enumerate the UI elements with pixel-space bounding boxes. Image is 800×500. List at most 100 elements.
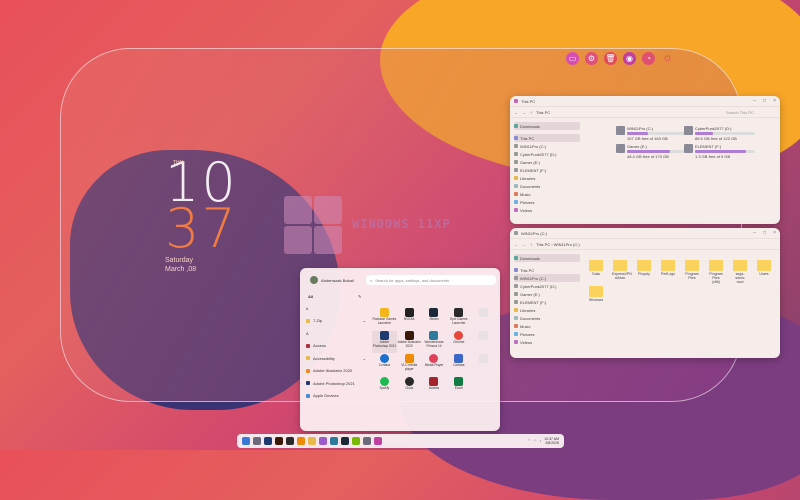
app-tile[interactable]: Media Player <box>422 354 447 376</box>
vlc-icon[interactable] <box>297 437 305 445</box>
list-letter[interactable]: # <box>306 302 366 315</box>
list-letter[interactable]: A <box>306 327 366 340</box>
explorer-icon[interactable] <box>253 437 261 445</box>
app-tile[interactable] <box>471 354 496 376</box>
chevron-up-icon[interactable]: ⌃ <box>527 439 530 443</box>
nav-item[interactable]: WIN11Pro (C:) <box>514 142 580 150</box>
app-tile[interactable]: Rockstar Games Launcher <box>372 308 397 330</box>
back-icon[interactable]: ← <box>514 110 518 115</box>
folder-item[interactable]: Data <box>588 260 604 276</box>
folder-item[interactable]: Windows <box>588 286 604 302</box>
close-icon[interactable]: × <box>773 98 776 104</box>
app-tile[interactable]: Spotify <box>372 377 397 399</box>
address-bar[interactable]: ← → ↑ This PC Search This PC <box>510 107 780 118</box>
nav-item[interactable]: Libraries <box>514 306 580 314</box>
trash-icon[interactable]: 🗑 <box>604 52 617 65</box>
app-tile[interactable]: Adobe Photoshop 2021 <box>372 331 397 353</box>
app-tile[interactable]: Excel <box>446 377 471 399</box>
drive-f[interactable]: ELEMENT (F:) 1.3 GB free of 9 GB <box>684 144 755 159</box>
nav-item[interactable]: Videos <box>514 338 580 346</box>
window-titlebar[interactable]: WIN11Pro (C:) – □ × <box>510 228 780 239</box>
app-tile[interactable]: Wondershare Filmora 14 <box>422 331 447 353</box>
nav-item[interactable]: Pictures <box>514 198 580 206</box>
browser-icon[interactable]: ◔ <box>642 52 655 65</box>
forward-icon[interactable]: → <box>522 242 526 247</box>
list-item[interactable]: 7-Zip ⌄ <box>306 315 366 328</box>
steam-icon[interactable] <box>341 437 349 445</box>
app-icon[interactable] <box>319 437 327 445</box>
app-tile[interactable] <box>471 308 496 330</box>
illustrator-icon[interactable] <box>275 437 283 445</box>
back-icon[interactable]: ← <box>514 242 518 247</box>
app-tile[interactable]: Access <box>422 377 447 399</box>
folder-item[interactable]: Users <box>756 260 772 276</box>
forward-icon[interactable]: → <box>522 110 526 115</box>
minimize-icon[interactable]: – <box>753 98 756 104</box>
folder-item[interactable]: Program Files (x86) <box>708 260 724 284</box>
nav-item[interactable]: Downloads <box>514 122 580 130</box>
start-button-icon[interactable] <box>242 437 250 445</box>
tray-clock[interactable]: 10:37 AM 3/8/2025 <box>544 437 559 445</box>
epic-games-icon[interactable] <box>286 437 294 445</box>
nav-item[interactable]: Documents <box>514 182 580 190</box>
explorer-window-this-pc[interactable]: This PC – □ × ← → ↑ This PC Search This PC D… <box>510 96 780 224</box>
app-tile[interactable]: Steam <box>422 308 447 330</box>
nav-item[interactable]: Pictures <box>514 330 580 338</box>
user-profile[interactable]: Abderrazak Bokati <box>310 276 354 284</box>
wifi-icon[interactable]: ◠ <box>533 439 536 443</box>
app-icon[interactable] <box>374 437 382 445</box>
app-tile[interactable]: Cortana <box>446 354 471 376</box>
nav-item[interactable]: Downloads <box>514 254 580 262</box>
start-search-input[interactable]: ⌕ Search for apps, settings, and document… <box>366 275 496 285</box>
close-icon[interactable]: × <box>773 230 776 236</box>
power-icon[interactable]: ⏻ <box>661 52 674 65</box>
nav-item[interactable]: ELEMENT (F:) <box>514 298 580 306</box>
folder-icon[interactable] <box>308 437 316 445</box>
list-item[interactable]: Apple Devices <box>306 390 366 403</box>
nav-item[interactable]: Music <box>514 322 580 330</box>
nvidia-icon[interactable] <box>352 437 360 445</box>
up-icon[interactable]: ↑ <box>530 242 532 247</box>
minimize-icon[interactable]: – <box>753 230 756 236</box>
maximize-icon[interactable]: □ <box>763 98 766 104</box>
drive-c[interactable]: WIN11Pro (C:) 107 GB free of 163 GB <box>616 126 687 141</box>
up-icon[interactable]: ↑ <box>530 110 532 115</box>
monitor-icon[interactable]: ▭ <box>566 52 579 65</box>
nav-item[interactable]: Documents <box>514 314 580 322</box>
volume-icon[interactable]: ♪ <box>539 439 541 443</box>
nav-item[interactable]: CyberPunk2077 (D:) <box>514 282 580 290</box>
nav-item[interactable]: This PC <box>514 266 580 274</box>
drive-d[interactable]: CyberPunk2077 (D:) 85.5 GB free of 122 GB <box>684 126 755 141</box>
nav-item[interactable]: Videos <box>514 206 580 214</box>
folder-item[interactable]: PerfLogs <box>660 260 676 276</box>
search-field[interactable]: Search This PC <box>726 110 776 115</box>
app-tile[interactable]: VLC media player <box>397 354 422 376</box>
filmora-icon[interactable] <box>330 437 338 445</box>
app-tile[interactable]: Chrome <box>446 331 471 353</box>
app-tile[interactable]: NVIDIA <box>397 308 422 330</box>
window-titlebar[interactable]: This PC – □ × <box>510 96 780 107</box>
pen-icon[interactable]: ✎ <box>358 294 361 299</box>
media-icon[interactable]: ◉ <box>623 52 636 65</box>
list-item[interactable]: Access <box>306 340 366 353</box>
address-bar[interactable]: ← → ↑ This PC › WIN11Pro (C:) <box>510 239 780 250</box>
explorer-window-c-drive[interactable]: WIN11Pro (C:) – □ × ← → ↑ This PC › WIN11Pro… <box>510 228 780 358</box>
nav-item[interactable]: WIN11Pro (C:) <box>514 274 580 282</box>
folder-item[interactable]: Phcpdy <box>636 260 652 276</box>
nav-item[interactable]: CyberPunk2077 (D:) <box>514 150 580 158</box>
maximize-icon[interactable]: □ <box>763 230 766 236</box>
address-path[interactable]: This PC <box>536 110 550 115</box>
nav-item[interactable]: ELEMENT (F:) <box>514 166 580 174</box>
settings-icon[interactable] <box>363 437 371 445</box>
list-item[interactable]: Adobe Photoshop 2021 <box>306 377 366 390</box>
folder-item[interactable]: Program Files <box>684 260 700 280</box>
app-tile[interactable]: Epic Games Launcher <box>446 308 471 330</box>
app-tile[interactable]: Cortana <box>372 354 397 376</box>
address-path[interactable]: This PC › WIN11Pro (C:) <box>536 242 580 247</box>
folder-item[interactable]: ExpressVPN wAlow <box>612 260 632 280</box>
nav-item[interactable]: Libraries <box>514 174 580 182</box>
app-tile[interactable] <box>471 331 496 353</box>
drive-e[interactable]: Gamer (E:) 48.4 GB free of 170 GB <box>616 144 687 159</box>
list-item[interactable]: Accessibility ⌄ <box>306 352 366 365</box>
system-tray[interactable]: ⌃ ◠ ♪ 10:37 AM 3/8/2025 <box>527 437 559 445</box>
